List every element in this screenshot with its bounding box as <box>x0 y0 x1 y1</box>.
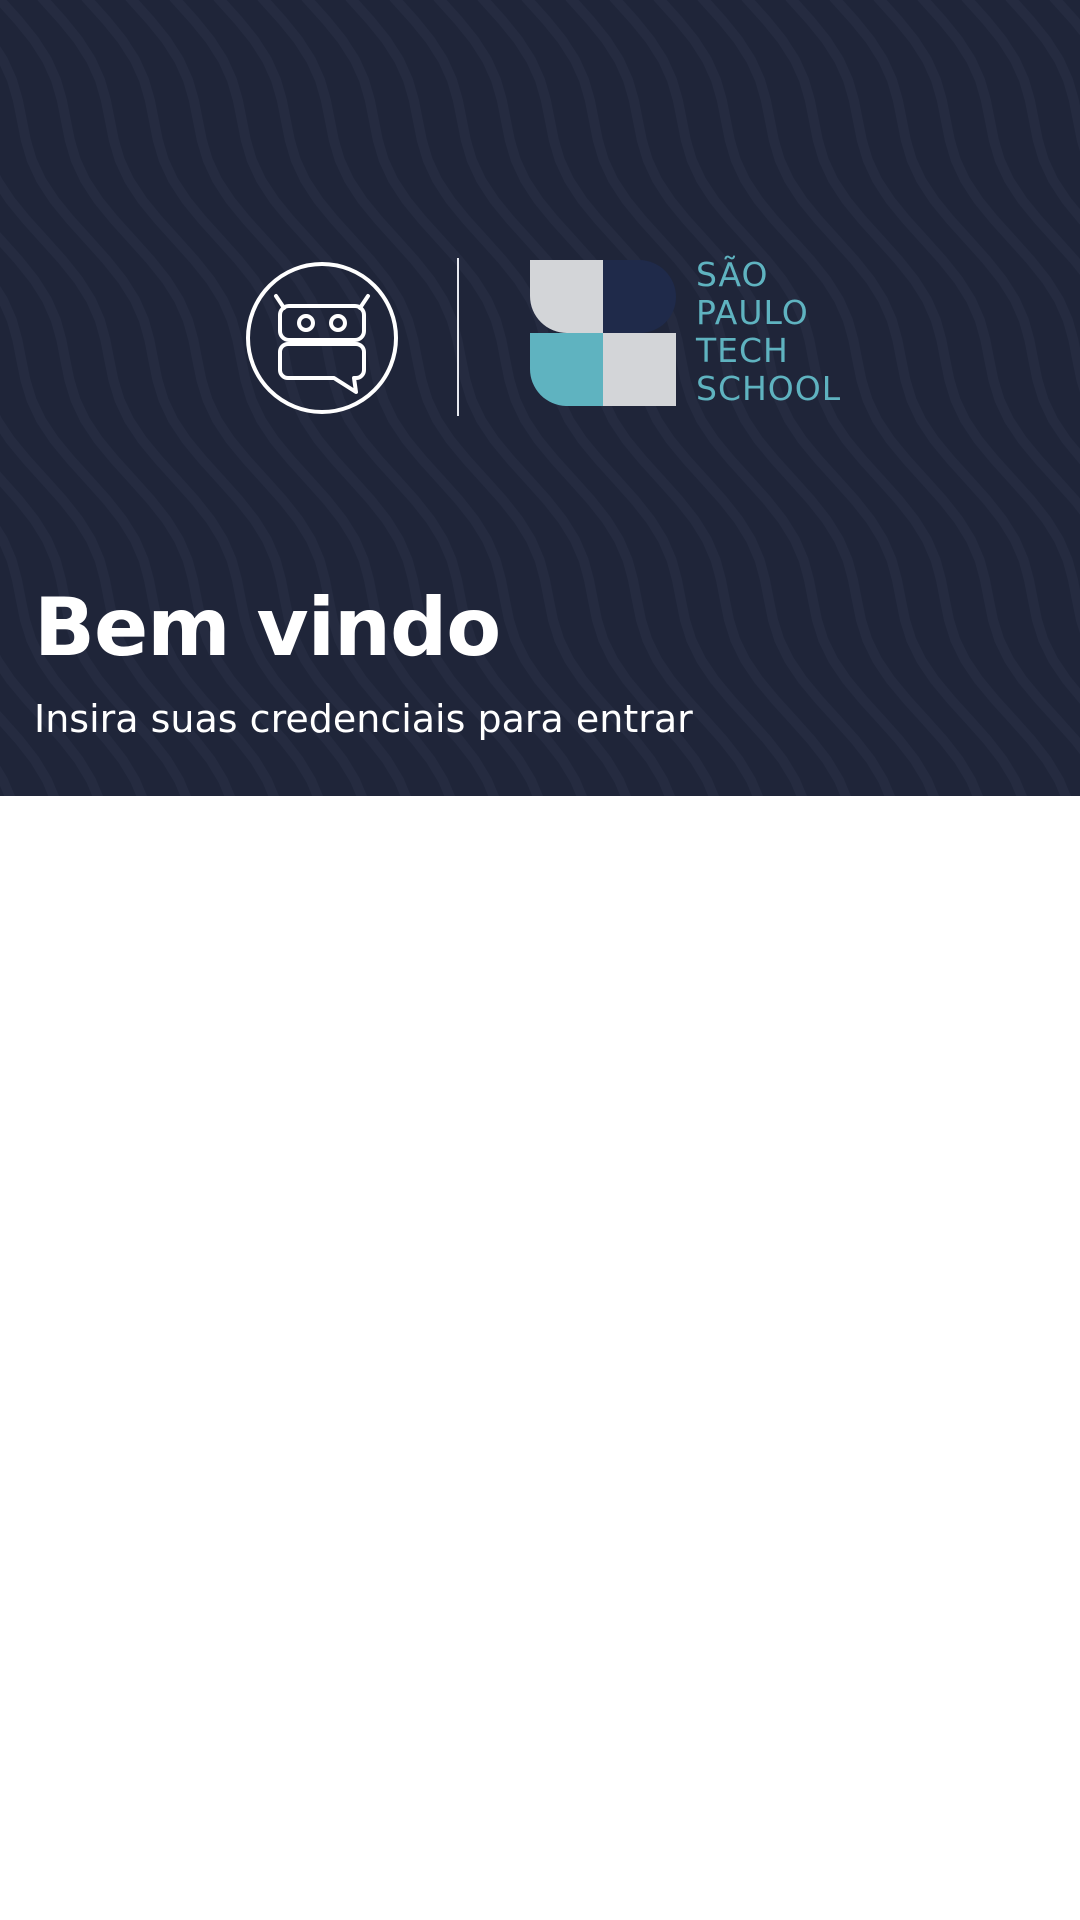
wordmark-line: SCHOOL <box>696 369 842 408</box>
sao-paulo-tech-school-wordmark: SÃO PAULO TECH SCHOOL <box>696 255 842 408</box>
welcome-hero: SÃO PAULO TECH SCHOOL Bem vindo Insira s… <box>0 0 1080 796</box>
brand-logos: SÃO PAULO TECH SCHOOL <box>0 255 1080 418</box>
wordmark-line: PAULO <box>696 293 809 332</box>
welcome-title: Bem vindo <box>34 581 501 674</box>
wordmark-line: SÃO <box>696 255 769 294</box>
welcome-subtitle: Insira suas credenciais para entrar <box>34 697 693 741</box>
robot-chat-icon <box>246 262 398 414</box>
login-screen: SÃO PAULO TECH SCHOOL Bem vindo Insira s… <box>0 0 1080 1920</box>
sao-paulo-tech-school-mark <box>530 260 676 406</box>
wordmark-line: TECH <box>696 331 789 370</box>
login-content-area <box>0 796 1080 1920</box>
logo-divider <box>457 258 459 416</box>
